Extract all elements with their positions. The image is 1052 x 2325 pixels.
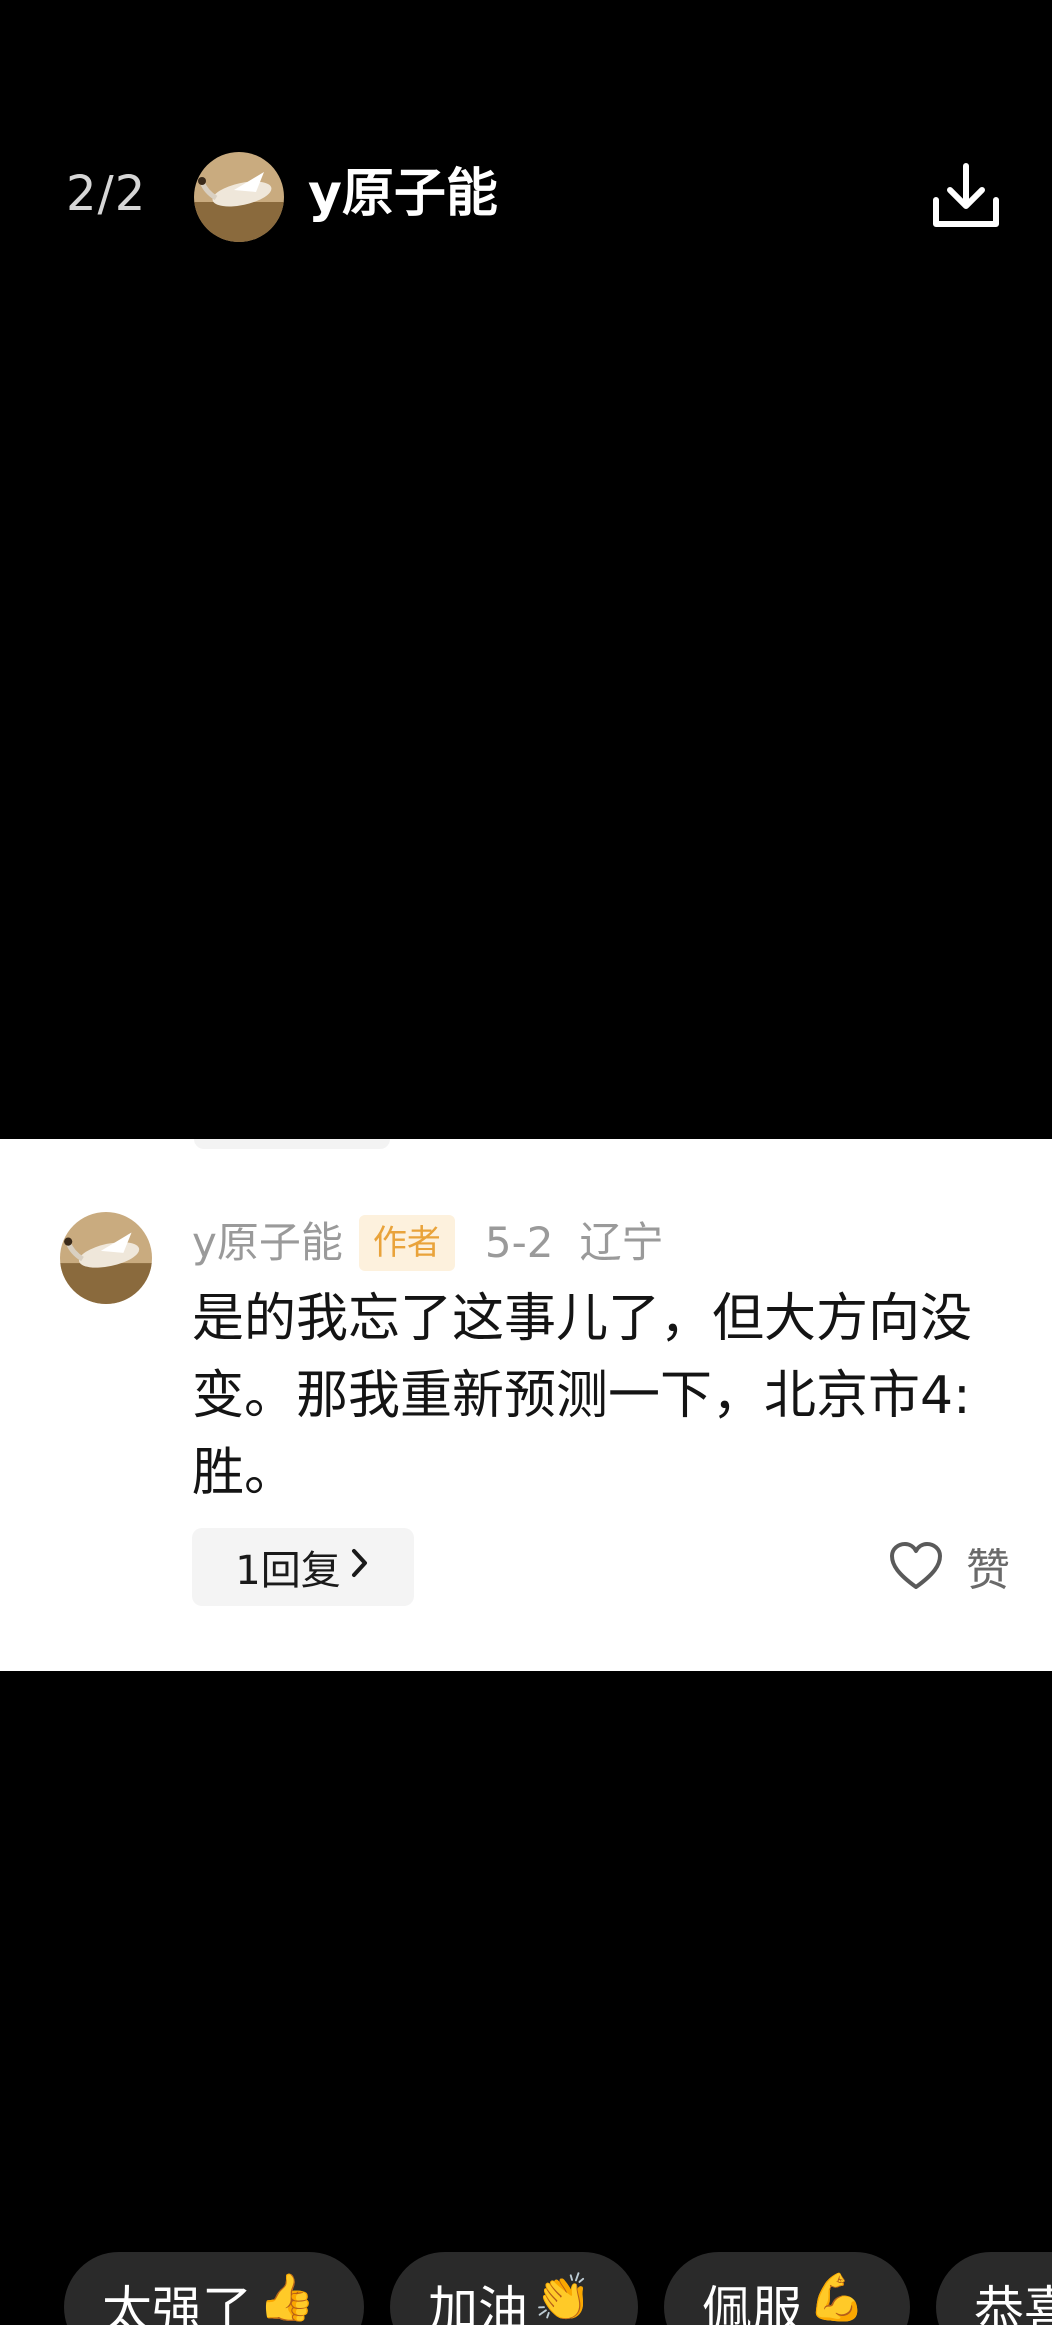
reaction-label: 恭喜 xyxy=(974,2281,1052,2325)
comment-date: 5-2 xyxy=(484,1218,554,1267)
reaction-label: 太强了 xyxy=(102,2281,252,2325)
reaction-label: 佩服 xyxy=(702,2281,802,2325)
goose-avatar-icon xyxy=(194,152,284,242)
quick-reaction-bar: 太强了 👍 加油 👏 佩服 💪 恭喜 xyxy=(0,2252,1052,2325)
clapping-hands-icon: 👏 xyxy=(534,2270,592,2324)
header-username[interactable]: y原子能 xyxy=(308,162,498,226)
reply-count-button[interactable]: 1回复 xyxy=(192,1528,414,1606)
reaction-label: 加油 xyxy=(428,2281,528,2325)
flexed-biceps-icon: 💪 xyxy=(808,2270,866,2324)
chevron-right-icon xyxy=(349,1544,371,1590)
heart-outline-icon xyxy=(890,1542,942,1589)
image-viewer-page: 2/2 y原子能 y原子能 作者 5-2 辽宁 是的我忘了这事儿了，但大方向没 … xyxy=(0,0,1052,2325)
reply-count-label: 1回复 xyxy=(235,1548,341,1594)
page-counter: 2/2 xyxy=(66,166,147,222)
comment-avatar[interactable] xyxy=(60,1212,152,1304)
comment-meta: y原子能 作者 5-2 辽宁 xyxy=(192,1213,663,1273)
header-avatar[interactable] xyxy=(194,152,284,242)
reaction-chip[interactable]: 太强了 👍 xyxy=(64,2252,364,2325)
like-label: 赞 xyxy=(966,1545,1010,1596)
like-button[interactable]: 赞 xyxy=(888,1533,1010,1599)
comment-location: 辽宁 xyxy=(579,1218,664,1267)
goose-avatar-icon xyxy=(60,1212,152,1304)
reaction-chip[interactable]: 佩服 💪 xyxy=(664,2252,910,2325)
download-icon xyxy=(933,163,999,227)
reaction-chip[interactable]: 加油 👏 xyxy=(390,2252,638,2325)
reaction-chip[interactable]: 恭喜 xyxy=(936,2252,1052,2325)
download-button[interactable] xyxy=(926,156,1006,236)
previous-item-edge xyxy=(194,1139,390,1149)
comment-card: y原子能 作者 5-2 辽宁 是的我忘了这事儿了，但大方向没 变。那我重新预测一… xyxy=(0,1139,1052,1671)
thumbs-up-icon: 👍 xyxy=(258,2270,316,2324)
comment-author[interactable]: y原子能 xyxy=(192,1213,343,1273)
author-badge: 作者 xyxy=(358,1215,455,1271)
comment-text: 是的我忘了这事儿了，但大方向没 变。那我重新预测一下，北京市4: 胜。 xyxy=(192,1289,973,1503)
